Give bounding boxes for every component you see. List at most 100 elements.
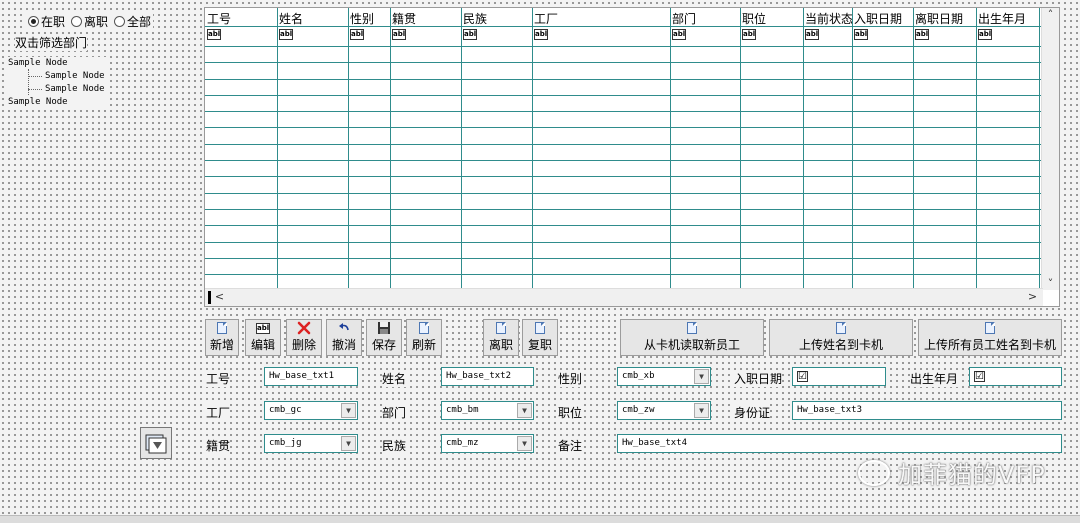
textbox-icon: abl — [805, 29, 819, 40]
birth-date-checkbox-icon[interactable]: ☑ — [974, 371, 985, 382]
exit-icon — [145, 434, 167, 454]
ethnic-label: 民族 — [382, 437, 407, 454]
column-header[interactable]: 工号 — [207, 10, 231, 27]
textbox-icon: abl — [207, 29, 221, 40]
upload-name-button[interactable]: 上传姓名到卡机 — [769, 319, 913, 356]
textbox-icon: abl — [978, 29, 992, 40]
grid-column-line — [348, 8, 349, 290]
emp-no-input[interactable]: Hw_base_txt1 — [264, 367, 358, 386]
exit-button[interactable] — [140, 427, 172, 459]
grid-column-line — [852, 8, 853, 290]
scroll-up-icon[interactable]: ˄ — [1042, 8, 1059, 21]
read-card-button[interactable]: 从卡机读取新员工 — [620, 319, 764, 356]
leave-button-label: 离职 — [488, 338, 513, 352]
column-header[interactable]: 入职日期 — [854, 10, 902, 27]
column-header[interactable]: 姓名 — [279, 10, 303, 27]
save-disk-icon — [378, 322, 390, 334]
rehire-button[interactable]: 复职 — [522, 319, 558, 356]
edit-button-label: 编辑 — [250, 338, 275, 352]
vertical-scrollbar[interactable]: ˄ ˅ — [1041, 8, 1059, 290]
grid-row-line — [205, 95, 1043, 96]
hire-date-label: 入职日期 — [734, 370, 783, 387]
tree-node-root[interactable]: Sample Node — [8, 96, 105, 109]
leave-button[interactable]: 离职 — [483, 319, 519, 356]
column-header[interactable]: 工厂 — [534, 10, 558, 27]
edit-button[interactable]: abl 编辑 — [245, 319, 281, 356]
radio-all-dot[interactable] — [114, 15, 126, 27]
add-button[interactable]: 新增 — [205, 319, 239, 356]
chevron-down-icon[interactable]: ▼ — [694, 369, 709, 384]
employee-grid[interactable]: 工号 姓名 性别 籍贯 民族 工厂 部门 职位 当前状态 入职日期 离职日期 出生年月 abl abl a… — [204, 7, 1060, 307]
column-header[interactable]: 出生年月 — [978, 10, 1026, 27]
position-select[interactable]: cmb_zw ▼ — [617, 401, 711, 420]
grid-row-line — [205, 144, 1043, 145]
birth-date-picker[interactable]: ☑ — [969, 367, 1062, 386]
delete-button[interactable]: 删除 — [286, 319, 322, 356]
hire-date-picker[interactable]: ☑ — [792, 367, 886, 386]
radio-all[interactable]: 全部 — [114, 13, 151, 30]
radio-resigned-dot[interactable] — [71, 15, 83, 27]
remark-input[interactable]: Hw_base_txt4 — [617, 434, 1062, 453]
textbox-icon: abl — [279, 29, 293, 40]
read-card-button-label: 从卡机读取新员工 — [643, 338, 740, 352]
chevron-down-icon[interactable]: ▼ — [517, 436, 532, 451]
textbox-icon: abl — [854, 29, 868, 40]
chat-bubble-icon — [858, 459, 890, 486]
tree-node-child[interactable]: Sample Node — [8, 83, 105, 96]
grid-row-line — [205, 79, 1043, 80]
grid-column-line — [461, 8, 462, 290]
chevron-down-icon[interactable]: ▼ — [694, 403, 709, 418]
textbox-icon: abl — [463, 29, 477, 40]
column-header[interactable]: 当前状态 — [805, 10, 853, 27]
tree-node-child[interactable]: Sample Node — [8, 70, 105, 83]
scroll-left-icon[interactable]: < — [211, 290, 228, 303]
horizontal-scrollbar[interactable]: < > — [205, 288, 1043, 306]
grid-row-line — [205, 127, 1043, 128]
upload-name-document-icon — [836, 322, 846, 334]
column-header[interactable]: 民族 — [463, 10, 487, 27]
chevron-down-icon[interactable]: ▼ — [517, 403, 532, 418]
chevron-down-icon[interactable]: ▼ — [341, 436, 356, 451]
position-label: 职位 — [558, 404, 583, 421]
delete-x-icon — [297, 321, 311, 335]
birth-label: 出生年月 — [910, 370, 959, 387]
tree-node-root[interactable]: Sample Node — [8, 57, 105, 70]
column-header[interactable]: 部门 — [672, 10, 696, 27]
origin-select[interactable]: cmb_jg ▼ — [264, 434, 358, 453]
column-header[interactable]: 离职日期 — [915, 10, 963, 27]
column-header[interactable]: 籍贯 — [392, 10, 416, 27]
scroll-down-icon[interactable]: ˅ — [1042, 277, 1059, 290]
name-input[interactable]: Hw_base_txt2 — [441, 367, 534, 386]
chevron-down-icon[interactable]: ▼ — [341, 403, 356, 418]
read-card-document-icon — [687, 322, 697, 334]
dept-tree[interactable]: Sample Node Sample Node Sample Node Samp… — [8, 57, 109, 109]
upload-all-button[interactable]: 上传所有员工姓名到卡机 — [918, 319, 1062, 356]
grid-body[interactable]: 工号 姓名 性别 籍贯 民族 工厂 部门 职位 当前状态 入职日期 离职日期 出生年月 abl abl a… — [205, 8, 1043, 290]
position-select-value: cmb_zw — [622, 405, 655, 415]
id-card-input[interactable]: Hw_base_txt3 — [792, 401, 1062, 420]
new-document-icon — [217, 322, 227, 334]
grid-column-line — [390, 8, 391, 290]
factory-select[interactable]: cmb_gc ▼ — [264, 401, 358, 420]
upload-name-button-label: 上传姓名到卡机 — [798, 338, 883, 352]
ethnic-select[interactable]: cmb_mz ▼ — [441, 434, 534, 453]
undo-button[interactable]: 撤消 — [326, 319, 362, 356]
column-header[interactable]: 职位 — [742, 10, 766, 27]
hire-date-checkbox-icon[interactable]: ☑ — [797, 371, 808, 382]
refresh-button[interactable]: 刷新 — [406, 319, 442, 356]
radio-active[interactable]: 在职 — [28, 13, 65, 30]
column-header[interactable]: 性别 — [350, 10, 374, 27]
radio-active-dot[interactable] — [28, 15, 39, 27]
gender-label: 性别 — [558, 370, 583, 387]
grid-column-line — [740, 8, 741, 290]
gender-select[interactable]: cmb_xb ▼ — [617, 367, 711, 386]
undo-button-label: 撤消 — [331, 338, 356, 352]
radio-resigned[interactable]: 离职 — [71, 13, 108, 30]
scroll-right-icon[interactable]: > — [1024, 290, 1041, 303]
refresh-button-label: 刷新 — [411, 338, 436, 352]
textbox-icon: abl — [534, 29, 548, 40]
save-button[interactable]: 保存 — [366, 319, 402, 356]
dept-select[interactable]: cmb_bm ▼ — [441, 401, 534, 420]
radio-all-label: 全部 — [127, 14, 152, 29]
textbox-icon: abl — [392, 29, 406, 40]
